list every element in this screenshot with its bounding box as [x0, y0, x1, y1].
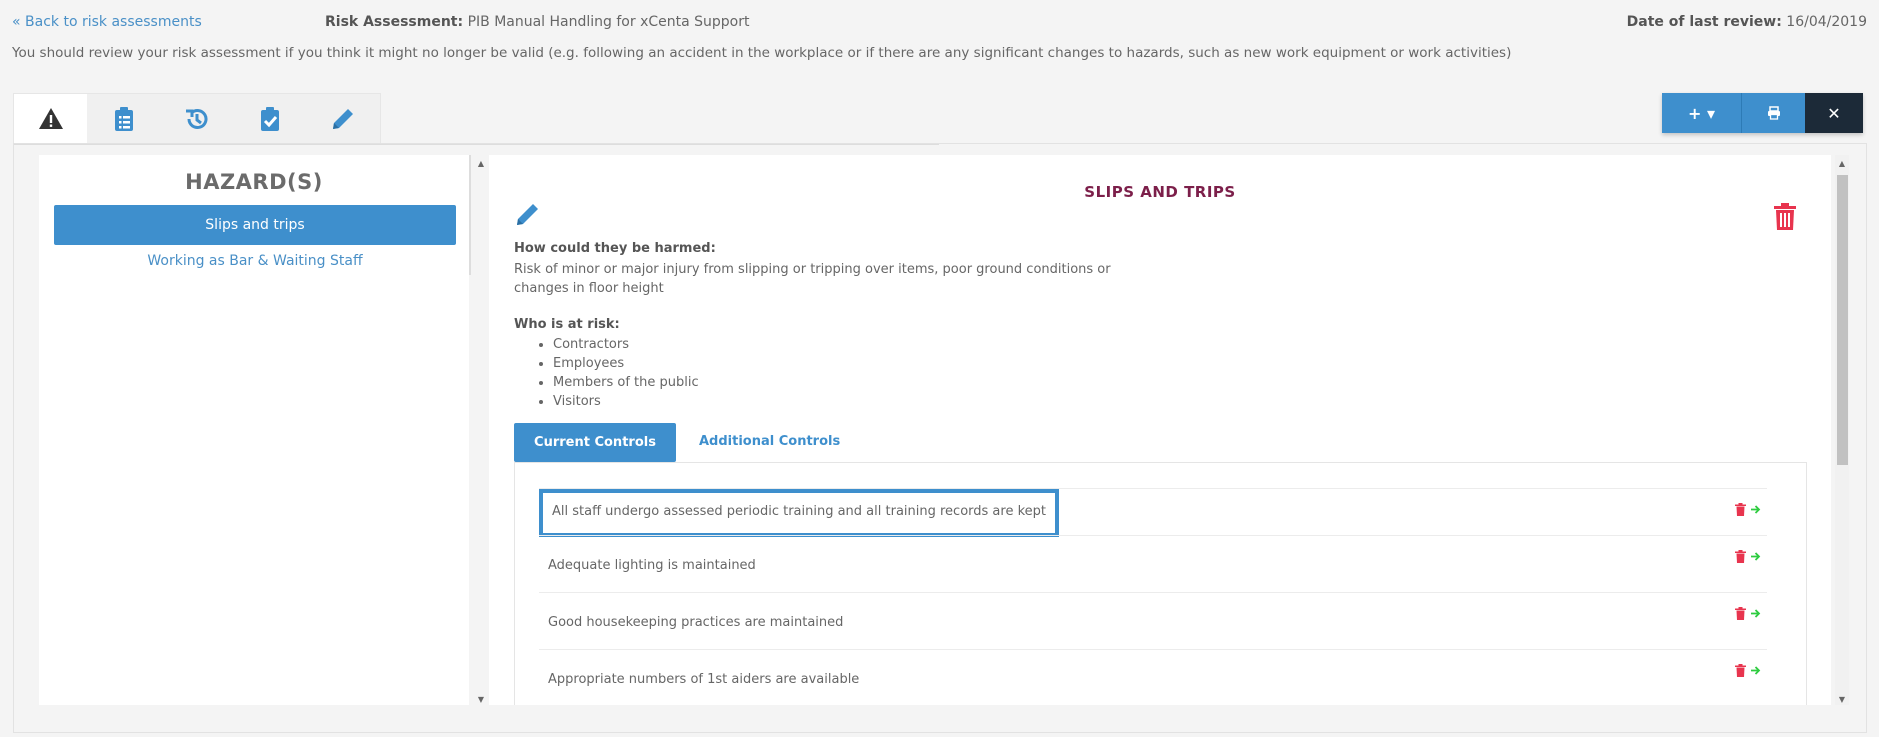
- hazard-list-scrollbar[interactable]: ▲ ▼: [474, 155, 488, 705]
- clipboard-list-icon: [114, 107, 133, 131]
- harm-label: How could they be harmed:: [514, 241, 716, 256]
- risk-assessment-title: Risk Assessment: PIB Manual Handling for…: [325, 14, 749, 30]
- scrollbar-thumb[interactable]: [1837, 175, 1848, 465]
- hazard-title: SLIPS AND TRIPS: [1084, 183, 1236, 201]
- scroll-up-arrow[interactable]: ▲: [1835, 159, 1849, 168]
- scroll-down-arrow[interactable]: ▼: [474, 695, 488, 704]
- control-text[interactable]: All staff undergo assessed periodic trai…: [539, 489, 1059, 537]
- tab-hazards[interactable]: [14, 94, 88, 144]
- risk-assessment-label: Risk Assessment:: [325, 14, 464, 30]
- controls-list: All staff undergo assessed periodic trai…: [514, 462, 1807, 705]
- top-bar: « Back to risk assessments Risk Assessme…: [0, 0, 1879, 40]
- trash-icon[interactable]: [1735, 550, 1746, 563]
- action-buttons: + ▾ ✕: [1662, 93, 1863, 133]
- hazard-item-slips-and-trips[interactable]: Slips and trips: [54, 205, 456, 245]
- edit-hazard-pencil-icon[interactable]: [514, 200, 542, 228]
- review-date-label: Date of last review:: [1626, 14, 1782, 30]
- arrow-right-icon[interactable]: [1750, 503, 1761, 516]
- add-dropdown-button[interactable]: + ▾: [1662, 93, 1741, 133]
- print-icon: [1767, 106, 1780, 120]
- control-row[interactable]: Good housekeeping practices are maintain…: [539, 592, 1767, 649]
- hazard-item-bar-waiting-staff[interactable]: Working as Bar & Waiting Staff: [54, 253, 456, 277]
- control-row[interactable]: Adequate lighting is maintained: [539, 535, 1767, 592]
- hazard-list-divider: [469, 155, 471, 275]
- list-item: Employees: [553, 354, 699, 373]
- scroll-up-arrow[interactable]: ▲: [474, 159, 488, 168]
- list-item: Members of the public: [553, 373, 699, 392]
- hazard-list-panel: HAZARD(S) Slips and trips Working as Bar…: [39, 155, 471, 705]
- tab-details[interactable]: [87, 94, 160, 144]
- control-row[interactable]: Appropriate numbers of 1st aiders are av…: [539, 649, 1767, 705]
- harm-description: Risk of minor or major injury from slipp…: [514, 262, 1111, 296]
- trash-icon[interactable]: [1735, 607, 1746, 620]
- print-button[interactable]: [1741, 93, 1805, 133]
- row-actions: [1735, 607, 1761, 620]
- trash-icon[interactable]: [1735, 503, 1746, 516]
- hazard-detail-panel: SLIPS AND TRIPS How could they be harmed…: [489, 155, 1831, 705]
- tab-review[interactable]: [234, 94, 307, 144]
- arrow-right-icon[interactable]: [1750, 607, 1761, 620]
- arrow-right-icon[interactable]: [1750, 664, 1761, 677]
- review-notice: You should review your risk assessment i…: [12, 45, 1512, 61]
- content-panel: HAZARD(S) Slips and trips Working as Bar…: [13, 143, 1867, 733]
- list-item: Visitors: [553, 392, 699, 411]
- warning-icon: [38, 108, 63, 129]
- row-actions: [1735, 550, 1761, 563]
- row-actions: [1735, 664, 1761, 677]
- row-actions: [1735, 503, 1761, 516]
- control-text[interactable]: Appropriate numbers of 1st aiders are av…: [548, 672, 859, 687]
- clipboard-check-icon: [261, 107, 280, 131]
- arrow-right-icon[interactable]: [1750, 550, 1761, 563]
- panel-divider: [14, 144, 939, 145]
- back-to-risk-assessments-link[interactable]: « Back to risk assessments: [12, 14, 202, 30]
- pencil-icon: [333, 109, 354, 129]
- list-item: Contractors: [553, 335, 699, 354]
- risk-assessment-name: PIB Manual Handling for xCenta Support: [467, 14, 750, 30]
- control-text[interactable]: Good housekeeping practices are maintain…: [548, 615, 843, 630]
- tab-history[interactable]: [160, 94, 233, 144]
- history-icon: [186, 109, 208, 129]
- control-text[interactable]: Adequate lighting is maintained: [548, 558, 756, 573]
- close-button[interactable]: ✕: [1805, 93, 1863, 133]
- at-risk-label: Who is at risk:: [514, 317, 620, 332]
- tab-current-controls[interactable]: Current Controls: [514, 423, 676, 462]
- detail-scrollbar[interactable]: ▲ ▼: [1835, 155, 1849, 705]
- last-review-date: Date of last review: 16/04/2019: [1627, 14, 1867, 30]
- scroll-down-arrow[interactable]: ▼: [1835, 695, 1849, 704]
- delete-hazard-trash-icon[interactable]: [1772, 203, 1798, 231]
- tab-additional-controls[interactable]: Additional Controls: [699, 434, 840, 449]
- trash-icon[interactable]: [1735, 664, 1746, 677]
- at-risk-list: Contractors Employees Members of the pub…: [553, 335, 699, 411]
- review-date-value: 16/04/2019: [1786, 14, 1867, 30]
- section-tabs: [13, 93, 381, 144]
- hazards-heading: HAZARD(S): [185, 170, 323, 194]
- tab-edit[interactable]: [307, 94, 380, 144]
